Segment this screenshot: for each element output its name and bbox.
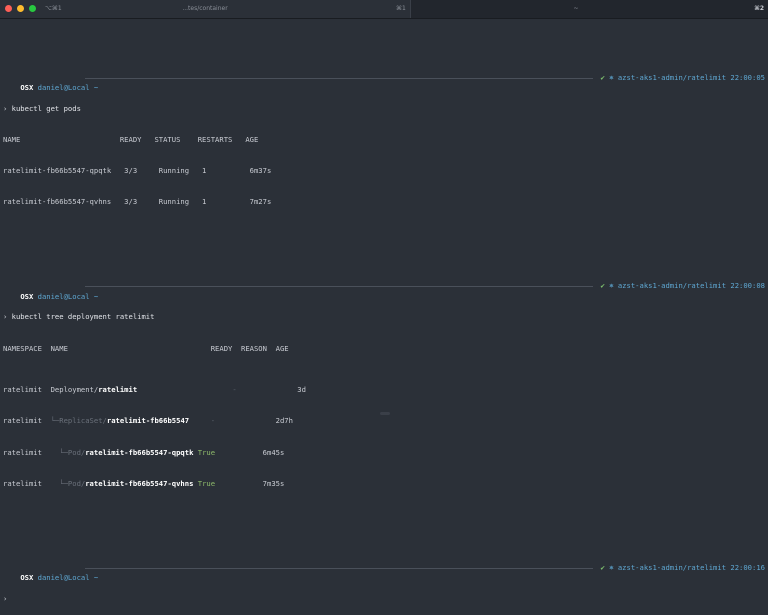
tree-namespace: ratelimit (3, 447, 42, 457)
command-line: › kubectl tree deployment ratelimit (3, 312, 765, 322)
prompt-host: OSX (20, 291, 34, 301)
prompt-user: daniel@Local (37, 291, 90, 301)
tab-title: ~ (573, 5, 579, 12)
prompt-user: daniel@Local (37, 83, 90, 93)
tree-namespace: ratelimit (3, 416, 42, 426)
title-bar: ⌥⌘1 ...tes/container ⌘1 ~ ⌘2 (0, 0, 768, 19)
tree-row: ratelimit Deployment/ratelimit - 3d (3, 385, 765, 395)
kube-context: ⎈ azst-aks1-admin/ratelimit (609, 281, 727, 291)
tree-ready: True (197, 447, 216, 457)
tree-prefix: Deployment/ (41, 385, 99, 395)
prompt-dir: ~ (93, 83, 99, 93)
prompt-line: OSX daniel@Local ~ ✔ ⎈ azst-aks1-admin/r… (3, 281, 765, 300)
kube-context: ⎈ azst-aks1-admin/ratelimit (609, 562, 727, 572)
prompt-symbol: › (3, 103, 8, 113)
tree-ready: - (210, 416, 216, 426)
check-icon: ✔ (600, 562, 605, 572)
command-line: › kubectl get pods (3, 104, 765, 114)
command-text: kubectl tree deployment ratelimit (11, 312, 155, 322)
tree-resource: ratelimit-fb66b5547-qvhns (85, 478, 194, 488)
prompt-host: OSX (20, 83, 34, 93)
tree-age: 7m35s (262, 478, 285, 488)
output-header: NAME READY STATUS RESTARTS AGE (3, 135, 259, 145)
prompt-rule (85, 286, 593, 288)
tree-row: ratelimit └─Pod/ratelimit-fb66b5547-qpqt… (3, 448, 765, 458)
tree-age: 6m45s (262, 447, 285, 457)
tree-namespace: ratelimit (3, 478, 42, 488)
tab-title: ...tes/container (182, 5, 228, 12)
tree-row: ratelimit └─Pod/ratelimit-fb66b5547-qvhn… (3, 479, 765, 489)
tree-ready: - (232, 385, 237, 395)
prompt-symbol: › (3, 593, 8, 603)
tree-resource: ratelimit (98, 385, 138, 395)
check-icon: ✔ (600, 72, 605, 82)
tab-home[interactable]: ~ ⌘2 (411, 0, 768, 18)
output-row: ratelimit-fb66b5547-qpqtk 3/3 Running 1 … (3, 166, 272, 176)
prompt-status: ✔ ⎈ azst-aks1-admin/ratelimit 22:00:05 (601, 73, 765, 83)
input-line[interactable]: › (3, 594, 765, 604)
prompt-user: daniel@Local (37, 573, 90, 583)
prompt-rule (85, 77, 593, 79)
scrollbar[interactable] (380, 412, 390, 415)
tree-namespace: ratelimit (3, 385, 42, 395)
prompt-time: 22:00:16 (730, 562, 765, 572)
command-text: kubectl get pods (11, 103, 81, 113)
prompt-host: OSX (20, 573, 34, 583)
tab-container[interactable]: ⌥⌘1 ...tes/container ⌘1 (0, 0, 411, 18)
prompt-time: 22:00:05 (730, 72, 765, 82)
check-icon: ✔ (600, 281, 605, 291)
tab-number: ⌘2 (754, 5, 764, 12)
tree-age: 2d7h (275, 416, 293, 426)
prompt-line: OSX daniel@Local ~ ✔ ⎈ azst-aks1-admin/r… (3, 563, 765, 582)
tree-prefix: └─ReplicaSet/ (41, 416, 107, 426)
tree-age: 3d (297, 385, 306, 395)
terminal-output[interactable]: OSX daniel@Local ~ ✔ ⎈ azst-aks1-admin/r… (3, 31, 765, 615)
kube-context: ⎈ azst-aks1-admin/ratelimit (609, 72, 727, 82)
tree-prefix: └─Pod/ (41, 447, 86, 457)
prompt-dir: ~ (93, 573, 99, 583)
tree-row: ratelimit └─ReplicaSet/ratelimit-fb66b55… (3, 416, 765, 426)
prompt-status: ✔ ⎈ azst-aks1-admin/ratelimit 22:00:16 (601, 563, 765, 573)
prompt-rule (85, 567, 593, 569)
tree-resource: ratelimit-fb66b5547 (106, 416, 190, 426)
tree-ready: True (197, 478, 216, 488)
output-row: ratelimit-fb66b5547-qvhns 3/3 Running 1 … (3, 197, 272, 207)
tree-prefix: └─Pod/ (41, 478, 86, 488)
tree-resource: ratelimit-fb66b5547-qpqtk (85, 447, 194, 457)
prompt-time: 22:00:08 (730, 281, 765, 291)
prompt-status: ✔ ⎈ azst-aks1-admin/ratelimit 22:00:08 (601, 281, 765, 291)
output-header: NAMESPACE NAME READY REASON AGE (3, 343, 289, 353)
prompt-line: OSX daniel@Local ~ ✔ ⎈ azst-aks1-admin/r… (3, 73, 765, 92)
prompt-symbol: › (3, 312, 8, 322)
tab-number: ⌘1 (396, 5, 406, 12)
prompt-dir: ~ (93, 291, 99, 301)
